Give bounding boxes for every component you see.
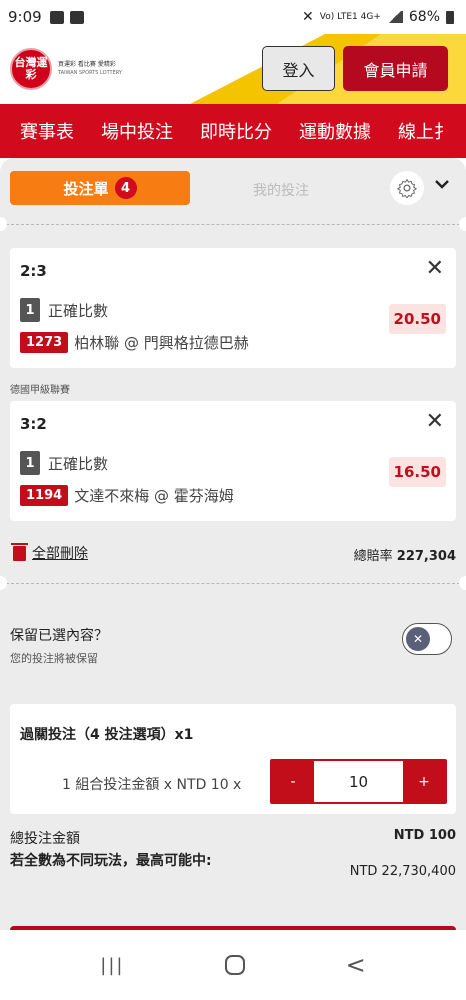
nav-item-schedule[interactable]: 賽事表	[20, 118, 74, 144]
decrease-button[interactable]: -	[272, 761, 314, 802]
bet-num-badge: 1	[20, 298, 40, 322]
total-odds-label: 總賠率	[353, 549, 393, 564]
max-win-value: NTD 22,730,400	[349, 864, 456, 879]
battery-icon	[446, 10, 454, 24]
close-icon[interactable]: ✕	[426, 409, 444, 434]
collapse-button[interactable]	[435, 177, 449, 193]
recent-apps-button[interactable]: |||	[100, 955, 124, 976]
signal-icon	[386, 11, 403, 23]
toggle-off-icon: ✕	[406, 627, 430, 651]
parlay-title: 過關投注（4 投注選項）x1	[20, 727, 194, 743]
stake-label: 1 組合投注金額 x NTD 10 x	[62, 777, 242, 793]
tab-my-bets[interactable]: 我的投注	[253, 180, 309, 200]
match-name: 柏林聯 @ 門興格拉德巴赫	[74, 334, 249, 352]
back-button[interactable]: <	[346, 951, 366, 979]
bet-slip-panel: 投注單 4 我的投注 2:3 ✕ 1 正確比數 1273 柏林聯 @ 門興格拉德…	[0, 158, 466, 936]
logo-caption: 買運彩 看比賽 愛精彩	[58, 61, 116, 68]
divider-notch	[459, 576, 466, 590]
increase-button[interactable]: +	[403, 761, 445, 802]
nav-item-live-score[interactable]: 即時比分	[200, 118, 272, 144]
bet-type: 正確比數	[48, 454, 109, 473]
close-icon[interactable]: ✕	[426, 256, 444, 281]
delete-all-label: 全部刪除	[32, 546, 88, 562]
total-stake-label: 總投注金額	[10, 831, 80, 847]
logo-caption-en: TAIWAN SPORTS LOTTERY	[58, 70, 122, 76]
network-label: Vo) LTE1 4G+	[319, 12, 381, 22]
bet-odds: 20.50	[388, 304, 446, 334]
nav-item-sports-data[interactable]: 運動數據	[299, 118, 371, 144]
league-label: 德國甲級聯賽	[10, 385, 70, 396]
settings-button[interactable]	[390, 171, 424, 205]
main-nav: 賽事表 場中投注 即時比分 運動數據 線上扌	[0, 104, 466, 158]
tab-bet-slip[interactable]: 投注單 4	[10, 171, 190, 205]
battery-label: 68%	[408, 9, 440, 25]
bet-score: 2:3	[20, 262, 47, 280]
logo[interactable]: 台灣運彩 買運彩 看比賽 愛精彩 TAIWAN SPORTS LOTTERY	[10, 48, 122, 90]
max-win-label: 若全數為不同玩法，最高可能中:	[10, 853, 212, 869]
nav-item-online[interactable]: 線上扌	[398, 118, 452, 144]
login-button[interactable]: 登入	[262, 46, 335, 91]
bet-count-badge: 4	[114, 177, 137, 199]
join-member-button[interactable]: 會員申請	[343, 46, 448, 91]
total-odds-value: 227,304	[396, 549, 456, 564]
bet-num-badge: 1	[20, 451, 40, 475]
parlay-card: 過關投注（4 投注選項）x1 1 組合投注金額 x NTD 10 x - 10 …	[10, 704, 456, 814]
stake-input[interactable]: 10	[314, 761, 403, 802]
bet-card: 2:3 ✕ 1 正確比數 1273 柏林聯 @ 門興格拉德巴赫 20.50	[10, 248, 456, 368]
keep-selection-subtitle: 您的投注將被保留	[10, 652, 98, 665]
bet-type: 正確比數	[48, 301, 109, 320]
app-header: 台灣運彩 買運彩 看比賽 愛精彩 TAIWAN SPORTS LOTTERY 登…	[0, 34, 466, 104]
bet-score: 3:2	[20, 415, 47, 433]
divider	[6, 224, 460, 225]
status-bar: 9:09 ✕ Vo) LTE1 4G+ 68%	[0, 0, 466, 34]
divider-notch	[459, 217, 466, 231]
slip-tabs: 投注單 4 我的投注	[10, 171, 458, 207]
match-id-badge: 1194	[20, 485, 69, 506]
gallery-icon	[49, 10, 64, 24]
match-id-badge: 1273	[20, 332, 69, 353]
nav-item-live-betting[interactable]: 場中投注	[101, 118, 173, 144]
keep-selection-title: 保留已選內容？	[10, 628, 108, 644]
system-nav-bar: ||| <	[0, 930, 466, 1000]
keep-selection-toggle[interactable]: ✕	[402, 623, 452, 655]
mute-icon: ✕	[302, 9, 314, 25]
status-time: 9:09	[8, 8, 42, 26]
bet-odds: 16.50	[388, 457, 446, 487]
divider	[6, 583, 460, 584]
match-name: 文達不來梅 @ 霍芬海姆	[74, 487, 234, 505]
home-button[interactable]	[225, 955, 246, 975]
divider-notch	[0, 217, 7, 231]
divider-notch	[0, 576, 7, 590]
total-stake-value: NTD 100	[393, 828, 456, 843]
stake-stepper: - 10 +	[270, 759, 447, 804]
total-odds: 總賠率 227,304	[354, 545, 456, 564]
delete-all-button[interactable]: 全部刪除	[11, 542, 88, 563]
tab-bet-slip-label: 投注單	[63, 179, 109, 198]
logo-badge: 台灣運彩	[10, 48, 52, 90]
chevron-down-icon	[435, 180, 449, 189]
check-icon	[69, 10, 84, 24]
gear-icon	[397, 178, 417, 198]
bet-card: 3:2 ✕ 1 正確比數 1194 文達不來梅 @ 霍芬海姆 16.50	[10, 401, 456, 521]
trash-icon	[11, 542, 28, 561]
